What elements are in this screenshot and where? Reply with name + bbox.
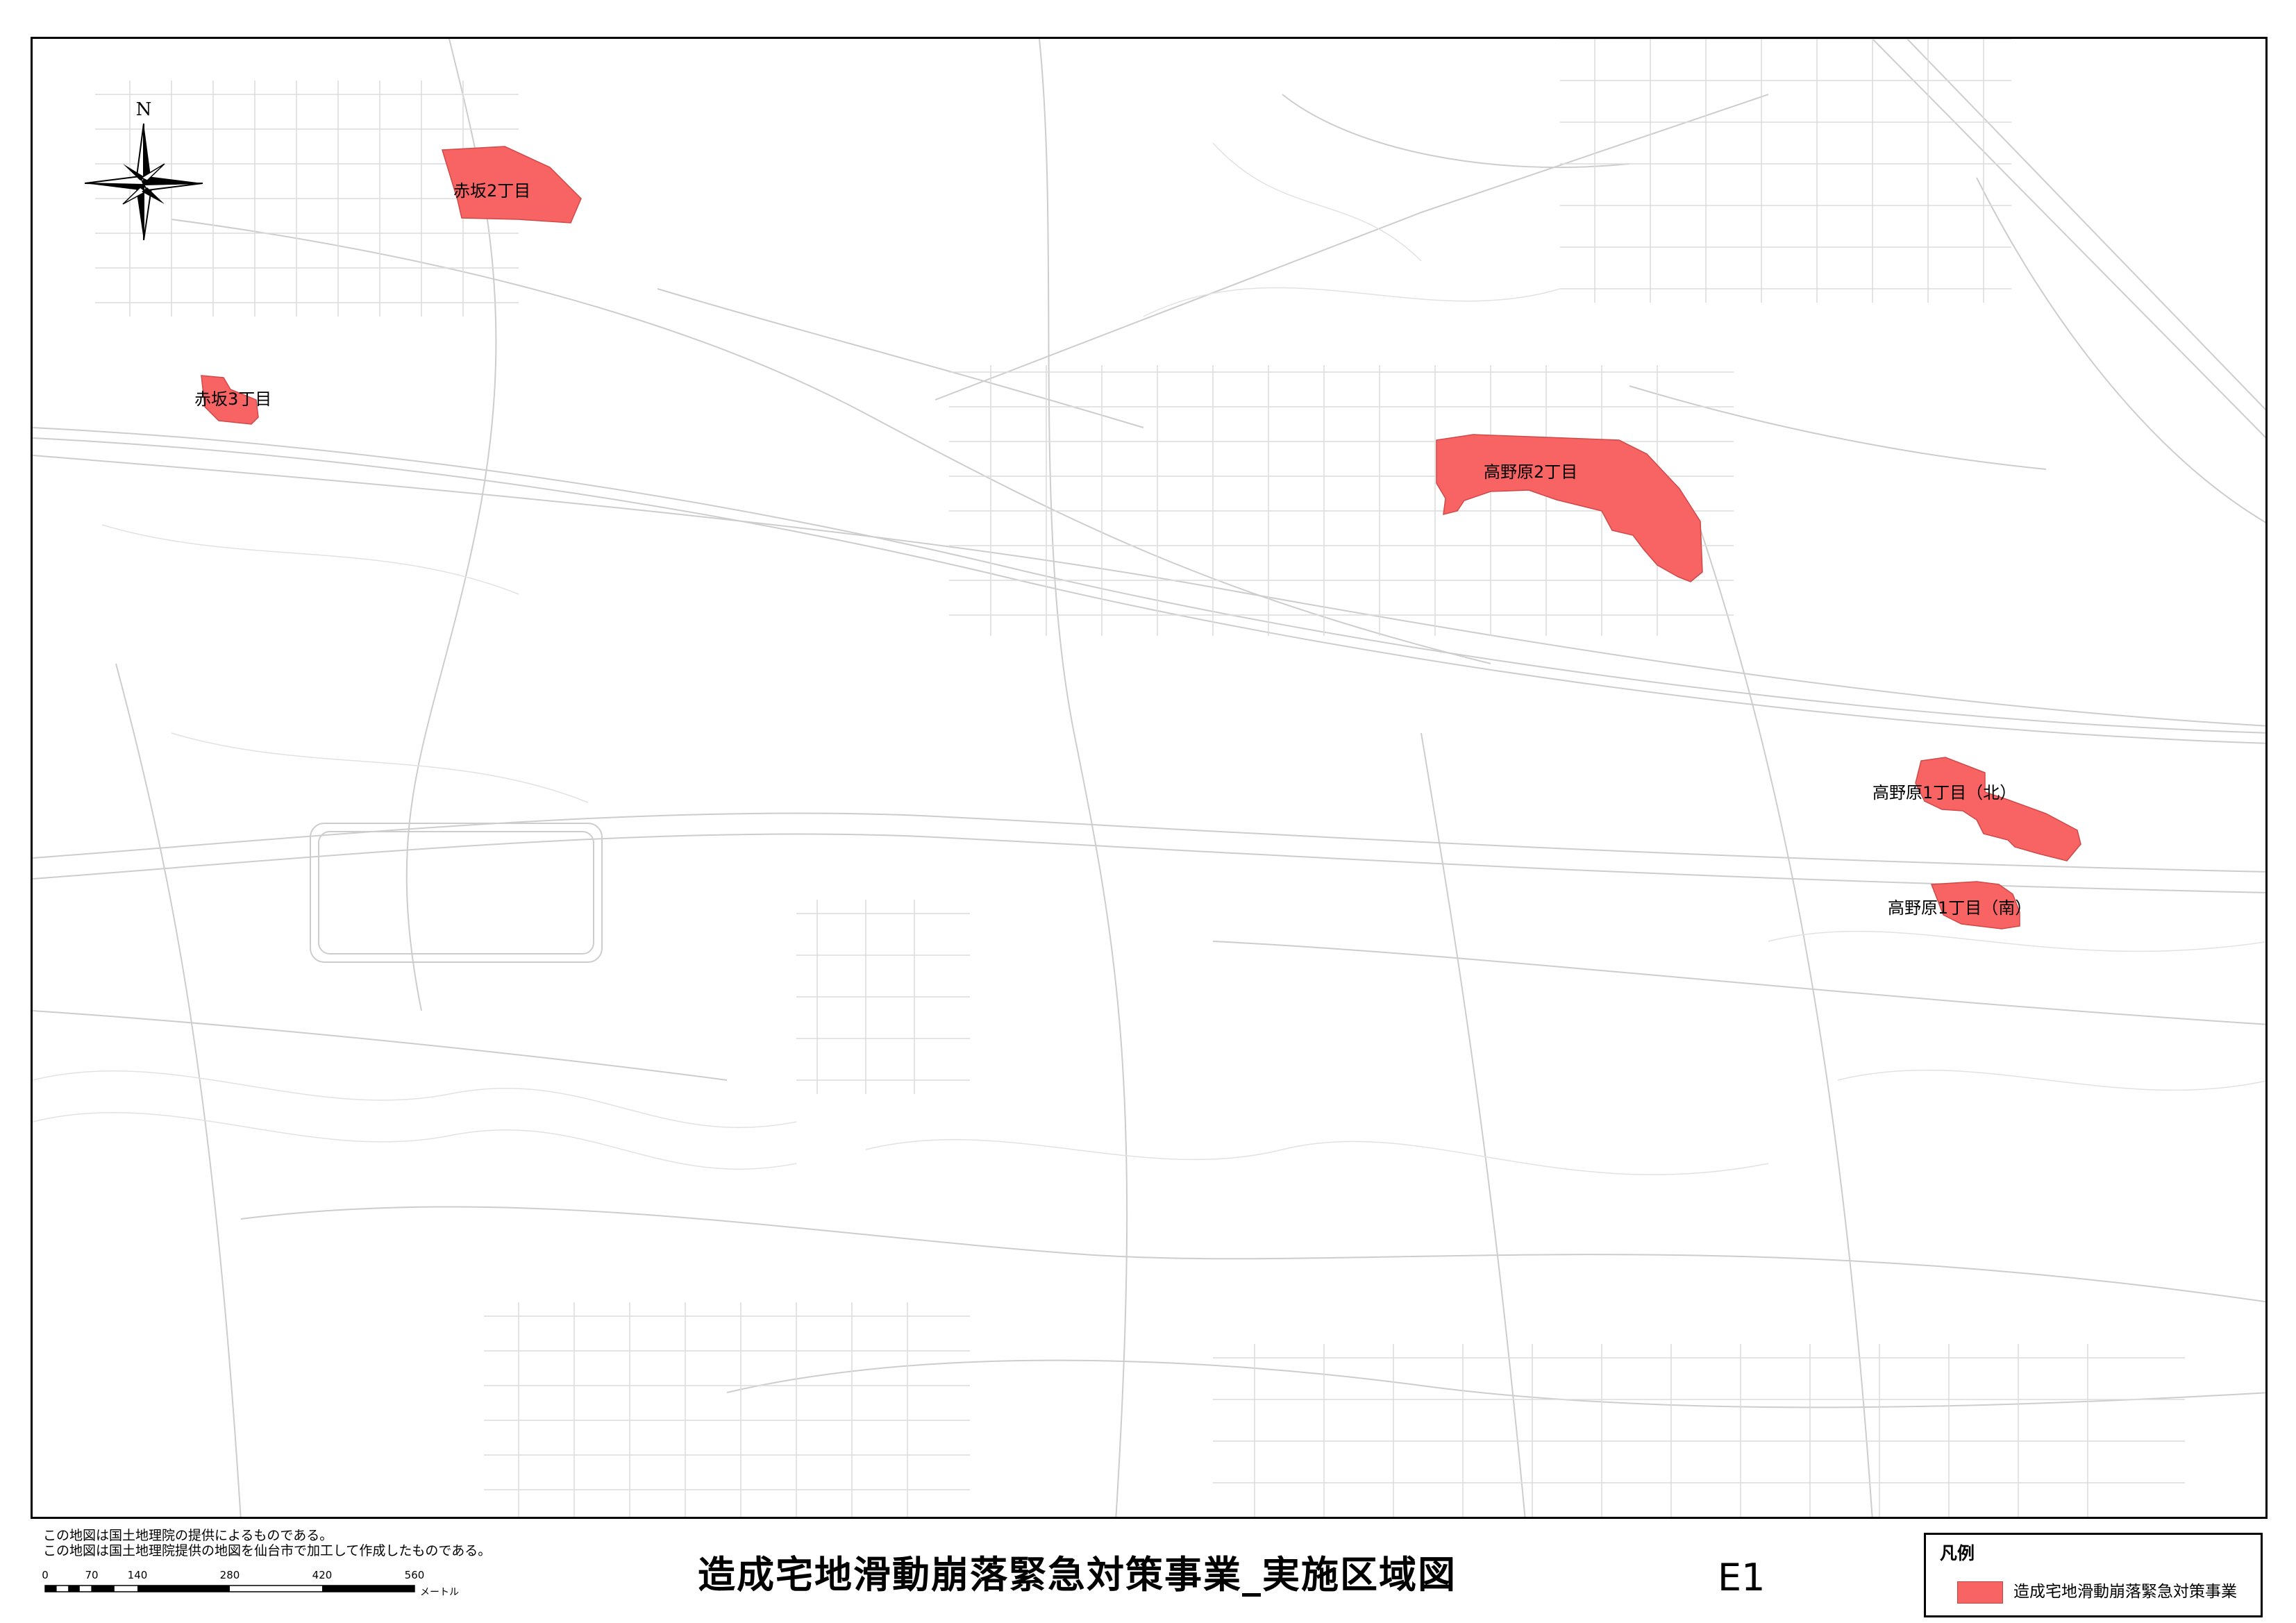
zone-label-takanohara-1-south: 高野原1丁目（南） bbox=[1888, 898, 2032, 918]
map-code: E1 bbox=[1718, 1556, 1766, 1599]
north-arrow-icon: N bbox=[85, 99, 203, 240]
map-title: 造成宅地滑動崩落緊急対策事業_実施区域図 bbox=[698, 1553, 1457, 1597]
scale-bar-graphic bbox=[44, 1585, 415, 1592]
north-label: N bbox=[136, 99, 152, 120]
project-zones bbox=[201, 146, 2081, 930]
zone-label-takanohara-2: 高野原2丁目 bbox=[1484, 462, 1578, 482]
legend: 凡例 造成宅地滑動崩落緊急対策事業 bbox=[1924, 1533, 2263, 1617]
map-credit-line-2: この地図は国土地理院提供の地図を仙台市で加工して作成したものである。 bbox=[43, 1543, 492, 1558]
zone-label-akasaka-2: 赤坂2丁目 bbox=[453, 181, 531, 201]
scale-tick-label: 140 bbox=[127, 1569, 148, 1581]
scale-tick-label: 420 bbox=[312, 1569, 333, 1581]
scale-tick-label: 70 bbox=[85, 1569, 99, 1581]
legend-swatch bbox=[1957, 1581, 2003, 1604]
scale-tick-label: 0 bbox=[42, 1569, 49, 1581]
base-map bbox=[33, 39, 2265, 1517]
zone-takanohara-1-north[interactable] bbox=[1915, 757, 2081, 861]
map-credit-line-1: この地図は国土地理院の提供によるものである。 bbox=[43, 1528, 333, 1543]
zone-takanohara-2[interactable] bbox=[1436, 434, 1703, 582]
map-frame[interactable]: 赤坂2丁目 赤坂3丁目 高野原2丁目 高野原1丁目（北） 高野原1丁目（南） N bbox=[31, 37, 2268, 1519]
scale-tick-label: 560 bbox=[404, 1569, 425, 1581]
legend-title: 凡例 bbox=[1940, 1543, 1975, 1563]
scale-tick-label: 280 bbox=[219, 1569, 240, 1581]
zone-label-takanohara-1-north: 高野原1丁目（北） bbox=[1872, 783, 2017, 802]
scale-unit-label: メートル bbox=[420, 1587, 459, 1598]
legend-item-label: 造成宅地滑動崩落緊急対策事業 bbox=[2013, 1583, 2237, 1601]
zone-label-akasaka-3: 赤坂3丁目 bbox=[194, 389, 272, 409]
scale-bar: 0 70 140 280 420 560 メートル bbox=[38, 1570, 469, 1605]
